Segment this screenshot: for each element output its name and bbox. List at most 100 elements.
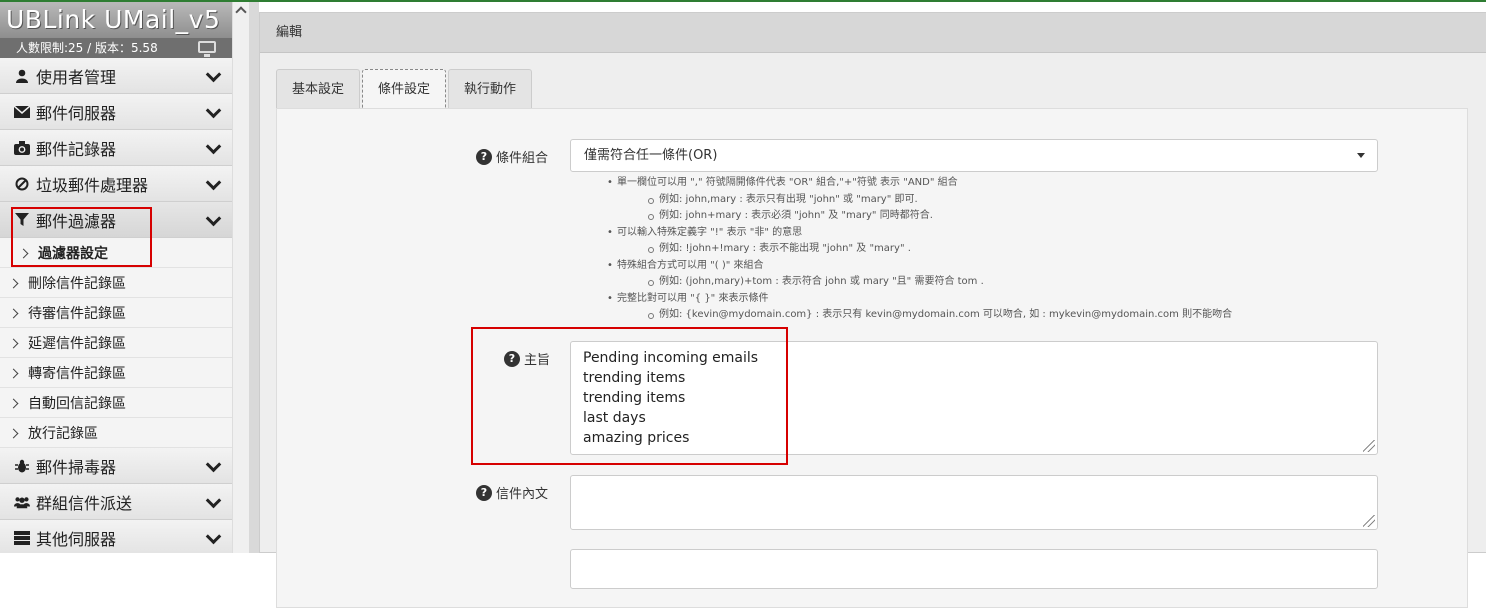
help-line: 單一欄位可以用 "," 符號隔開條件代表 "OR" 組合,"+"符號 表示 "A… [607, 175, 1232, 192]
sidebar-item-log[interactable]: 自動回信記錄區 [0, 388, 232, 418]
chevron-down-icon [206, 213, 220, 227]
menu-label: 垃圾郵件處理器 [36, 175, 149, 195]
body-label-text: 信件內文 [496, 487, 549, 502]
next-field[interactable] [570, 549, 1378, 589]
chevron-down-icon [206, 459, 220, 473]
menu-label: 郵件掃毒器 [36, 457, 117, 477]
filter-icon [14, 212, 30, 228]
body-label: ? 信件內文 [476, 483, 548, 502]
subject-label: ? 主旨 [504, 349, 550, 368]
subject-textarea[interactable]: Pending incoming emails trending items t… [570, 341, 1378, 455]
camera-icon [14, 140, 30, 156]
ban-icon [14, 176, 30, 192]
help-line: 例如: (john,mary)+tom : 表示符合 john 或 mary "… [607, 274, 1232, 291]
help-line: 可以輸入特殊定義字 "!" 表示 "非" 的意思 [607, 225, 1232, 242]
help-line: 完整比對可以用 "{ }" 來表示條件 [607, 291, 1232, 308]
tab-content: ? 條件組合 僅需符合任一條件(OR) 單一欄位可以用 "," 符號隔開條件代表… [276, 108, 1468, 608]
sub-label: 待審信件記錄區 [28, 305, 126, 322]
sidebar-item-log[interactable]: 放行記錄區 [0, 418, 232, 448]
subject-line: trending items [583, 390, 686, 406]
tab-bar: 基本設定 條件設定 執行動作 [276, 69, 534, 109]
chevron-right-icon [10, 368, 20, 378]
sub-label: 轉寄信件記錄區 [28, 365, 126, 382]
chevron-right-icon [10, 428, 20, 438]
menu-label: 郵件伺服器 [36, 103, 117, 123]
question-icon[interactable]: ? [476, 148, 492, 165]
subject-line: amazing prices [583, 430, 690, 446]
chevron-down-icon [206, 531, 220, 545]
bug-icon [14, 458, 30, 474]
envelope-icon [14, 104, 30, 120]
chevron-right-icon [10, 278, 20, 288]
panel-body: 基本設定 條件設定 執行動作 ? 條件組合 僅需符合任一條件(OR) 單一欄位可… [260, 53, 1486, 608]
resize-grip-icon[interactable] [1363, 515, 1375, 527]
help-line: 例如: john,mary : 表示只有出現 "john" 或 "mary" 即… [607, 192, 1232, 209]
menu-label: 使用者管理 [36, 67, 117, 87]
sidebar-item-filter-settings[interactable]: 過濾器設定 [0, 238, 232, 268]
tab-basic-settings[interactable]: 基本設定 [276, 69, 361, 109]
question-icon[interactable]: ? [476, 484, 492, 501]
monitor-icon[interactable] [198, 41, 216, 57]
condition-label: ? 條件組合 [476, 147, 548, 166]
menu-mail-filter[interactable]: 郵件過濾器 [0, 202, 232, 238]
chevron-right-icon [20, 248, 30, 258]
sidebar-item-log[interactable]: 轉寄信件記錄區 [0, 358, 232, 388]
scroll-up-icon[interactable] [235, 6, 247, 18]
sub-label: 放行記錄區 [28, 425, 98, 442]
chevron-down-icon [206, 69, 220, 83]
sidebar-scrollbar[interactable] [232, 2, 249, 553]
sub-label: 延遲信件記錄區 [28, 335, 126, 352]
menu-mail-recorder[interactable]: 郵件記錄器 [0, 130, 232, 166]
condition-select[interactable]: 僅需符合任一條件(OR) [570, 139, 1378, 172]
sub-label: 過濾器設定 [38, 245, 108, 262]
sidebar-item-log[interactable]: 刪除信件記錄區 [0, 268, 232, 298]
help-line: 例如: !john+!mary : 表示不能出現 "john" 及 "mary"… [607, 241, 1232, 258]
chevron-down-icon [206, 495, 220, 509]
subject-label-text: 主旨 [524, 353, 551, 368]
users-icon [14, 494, 30, 510]
question-icon[interactable]: ? [504, 350, 520, 367]
tab-condition-settings[interactable]: 條件設定 [362, 69, 447, 109]
license-info: 人數限制:25 / 版本：5.58 [0, 38, 232, 58]
resize-grip-icon[interactable] [1363, 440, 1375, 452]
condition-help: 單一欄位可以用 "," 符號隔開條件代表 "OR" 組合,"+"符號 表示 "A… [607, 175, 1232, 324]
license-text: 人數限制:25 / 版本：5.58 [16, 41, 158, 55]
sub-label: 自動回信記錄區 [28, 395, 126, 412]
subject-line: last days [583, 410, 646, 426]
user-icon [14, 68, 30, 84]
brand-title: UBLink UMail_v5 [0, 2, 232, 38]
gutter [249, 2, 259, 553]
body-textarea[interactable] [570, 475, 1378, 530]
chevron-right-icon [10, 338, 20, 348]
sidebar-item-log[interactable]: 延遲信件記錄區 [0, 328, 232, 358]
chevron-right-icon [10, 308, 20, 318]
subject-line: Pending incoming emails [583, 350, 759, 366]
menu-user-management[interactable]: 使用者管理 [0, 58, 232, 94]
server-icon [14, 530, 30, 546]
menu-label: 郵件記錄器 [36, 139, 117, 159]
menu-mail-server[interactable]: 郵件伺服器 [0, 94, 232, 130]
menu-other-servers[interactable]: 其他伺服器 [0, 520, 232, 553]
sidebar: UBLink UMail_v5 人數限制:25 / 版本：5.58 使用者管理 … [0, 2, 232, 553]
menu-spam-handler[interactable]: 垃圾郵件處理器 [0, 166, 232, 202]
subject-line: trending items [583, 370, 686, 386]
menu-label: 群組信件派送 [36, 493, 133, 513]
menu-label: 其他伺服器 [36, 529, 117, 549]
sub-label: 刪除信件記錄區 [28, 275, 126, 292]
chevron-down-icon [206, 141, 220, 155]
help-line: 例如: john+mary : 表示必須 "john" 及 "mary" 同時都… [607, 208, 1232, 225]
condition-label-text: 條件組合 [496, 151, 549, 166]
help-line: 例如: {kevin@mydomain.com} : 表示只有 kevin@my… [607, 307, 1232, 324]
chevron-down-icon [206, 105, 220, 119]
chevron-down-icon [206, 177, 220, 191]
panel-title: 編輯 [260, 13, 1486, 53]
chevron-right-icon [10, 398, 20, 408]
menu-group-mail[interactable]: 群組信件派送 [0, 484, 232, 520]
caret-down-icon [1357, 153, 1365, 158]
sidebar-item-log[interactable]: 待審信件記錄區 [0, 298, 232, 328]
condition-selected: 僅需符合任一條件(OR) [584, 148, 718, 163]
tab-actions[interactable]: 執行動作 [448, 69, 533, 109]
edit-panel: 編輯 基本設定 條件設定 執行動作 ? 條件組合 僅需符合任一條件(OR) 單一… [259, 12, 1486, 608]
help-line: 特殊組合方式可以用 "( )" 來組合 [607, 258, 1232, 275]
menu-virus-scanner[interactable]: 郵件掃毒器 [0, 448, 232, 484]
